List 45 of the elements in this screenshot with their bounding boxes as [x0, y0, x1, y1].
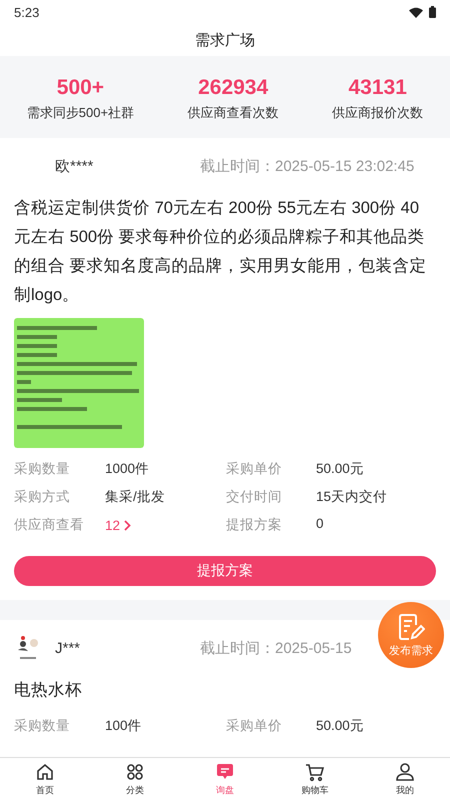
stat-value: 262934 — [198, 76, 268, 100]
stat-value: 500+ — [56, 76, 104, 100]
tab-item[interactable]: 我的 — [360, 758, 450, 800]
detail-label: 采购方式 — [14, 488, 71, 506]
detail-label: 采购数量 — [14, 460, 71, 478]
stat-value: 43131 — [348, 76, 407, 100]
detail-value: 15天内交付 — [316, 488, 388, 506]
stat-label: 供应商查看次数 — [188, 104, 279, 122]
deadline-text: 截止时间：2025-05-15 — [200, 638, 352, 658]
battery-icon — [429, 6, 436, 18]
detail-label: 供应商查看 — [14, 516, 85, 534]
demand-description: 电热水杯 — [14, 680, 83, 701]
detail-value: 100件 — [105, 717, 143, 735]
tab-item[interactable]: 购物车 — [270, 758, 360, 800]
edit-note-icon — [397, 612, 425, 640]
detail-label: 采购单价 — [226, 460, 283, 478]
demand-description: 含税运定制供货价 70元左右 200份 55元左右 300份 40元左右 500份 要求每种价位的必须品牌粽子和其他品类的组合 要求知名度高的品牌，实用男女能用，包装含定制logo。 — [14, 198, 428, 306]
detail-label: 采购数量 — [14, 717, 71, 735]
stat-label: 需求同步500+社群 — [26, 104, 134, 122]
detail-value: 1000件 — [105, 460, 150, 478]
chat-icon — [215, 762, 235, 782]
user-name: J*** — [55, 640, 80, 656]
cart-icon — [305, 762, 325, 782]
tab-item[interactable]: 询盘 — [180, 758, 270, 800]
detail-value: 0 — [316, 516, 325, 533]
detail-value: 集采/批发 — [105, 488, 166, 506]
detail-label: 采购单价 — [226, 717, 283, 735]
page-title: 需求广场 — [195, 30, 255, 50]
user-name: 欧**** — [55, 156, 94, 176]
tab-item[interactable]: 分类 — [90, 758, 180, 800]
detail-value: 50.00元 — [316, 717, 365, 735]
grid-icon — [125, 762, 145, 782]
profile-icon — [395, 762, 415, 782]
detail-value: 50.00元 — [316, 460, 365, 478]
deadline-text: 截止时间：2025-05-15 23:02:45 — [200, 156, 414, 176]
wifi-icon — [409, 6, 423, 18]
chevron-icon — [124, 520, 132, 530]
tab-item[interactable]: 首页 — [0, 758, 90, 800]
submit-proposal-button[interactable]: 提报方案 — [14, 556, 436, 586]
detail-label: 交付时间 — [226, 488, 283, 506]
detail-label: 提报方案 — [226, 516, 283, 534]
status-time: 5:23 — [14, 4, 40, 20]
viewers-link[interactable]: 12 — [105, 516, 226, 534]
stat-label: 供应商报价次数 — [332, 104, 424, 122]
home-icon — [35, 762, 55, 782]
